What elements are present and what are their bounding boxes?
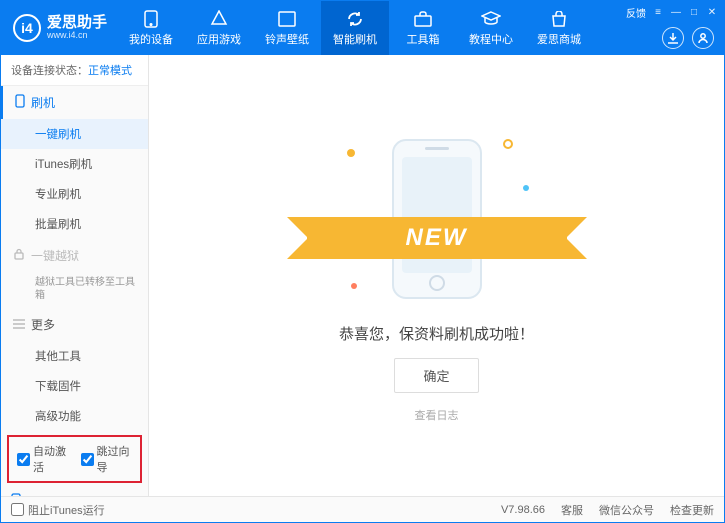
section-head-jailbreak[interactable]: 一键越狱 xyxy=(1,239,148,272)
feedback-link[interactable]: 反馈 xyxy=(626,5,646,20)
brand: i4 爱思助手 www.i4.cn xyxy=(1,14,117,42)
checkbox-label: 阻止iTunes运行 xyxy=(28,502,105,518)
nav-label: 教程中心 xyxy=(469,31,513,47)
nav-flash[interactable]: 智能刷机 xyxy=(321,1,389,55)
nav-toolbox[interactable]: 工具箱 xyxy=(389,1,457,55)
new-ribbon: NEW xyxy=(307,217,567,259)
brand-subtitle: www.i4.cn xyxy=(47,31,107,41)
checkbox-label: 自动激活 xyxy=(33,443,69,475)
checkbox-block-itunes[interactable]: 阻止iTunes运行 xyxy=(11,502,105,518)
body: 设备连接状态：正常模式 刷机 一键刷机 iTunes刷机 专业刷机 批量刷机 一… xyxy=(1,55,724,496)
sidebar-item-itunes-flash[interactable]: iTunes刷机 xyxy=(1,149,148,179)
checkbox-row: 自动激活 跳过向导 xyxy=(7,435,142,483)
header: i4 爱思助手 www.i4.cn 我的设备 应用游戏 铃声壁纸 智能刷机 xyxy=(1,1,724,55)
brand-logo: i4 xyxy=(13,14,41,42)
store-icon xyxy=(549,10,569,28)
wallpaper-icon xyxy=(277,10,297,28)
nav-label: 爱思商城 xyxy=(537,31,581,47)
section-head-flash[interactable]: 刷机 xyxy=(1,86,148,119)
refresh-icon xyxy=(345,10,365,28)
nav-ringtone[interactable]: 铃声壁纸 xyxy=(253,1,321,55)
section-title: 更多 xyxy=(31,316,55,333)
header-right-buttons xyxy=(662,27,714,49)
sidebar-item-advanced[interactable]: 高级功能 xyxy=(1,401,148,431)
success-illustration: NEW xyxy=(337,129,537,309)
app-window: i4 爱思助手 www.i4.cn 我的设备 应用游戏 铃声壁纸 智能刷机 xyxy=(0,0,725,523)
main-content: NEW 恭喜您，保资料刷机成功啦！ 确定 查看日志 xyxy=(149,55,724,496)
nav-my-device[interactable]: 我的设备 xyxy=(117,1,185,55)
sidebar: 设备连接状态：正常模式 刷机 一键刷机 iTunes刷机 专业刷机 批量刷机 一… xyxy=(1,55,149,496)
user-button[interactable] xyxy=(692,27,714,49)
section-head-more[interactable]: 更多 xyxy=(1,308,148,341)
toolbox-icon xyxy=(413,10,433,28)
sidebar-item-other-tools[interactable]: 其他工具 xyxy=(1,341,148,371)
menu-icon[interactable]: ≡ xyxy=(652,7,664,19)
nav-label: 智能刷机 xyxy=(333,31,377,47)
phone-icon xyxy=(15,94,25,111)
section-flash: 刷机 一键刷机 iTunes刷机 专业刷机 批量刷机 xyxy=(1,86,148,239)
footer: 阻止iTunes运行 V7.98.66 客服 微信公众号 检查更新 xyxy=(1,496,724,522)
nav-label: 铃声壁纸 xyxy=(265,31,309,47)
service-link[interactable]: 客服 xyxy=(561,502,583,518)
section-jailbreak: 一键越狱 越狱工具已转移至工具箱 xyxy=(1,239,148,308)
ok-button[interactable]: 确定 xyxy=(394,358,478,393)
section-title: 刷机 xyxy=(31,94,55,111)
sidebar-item-oneclick-flash[interactable]: 一键刷机 xyxy=(1,119,148,149)
close-icon[interactable]: ✕ xyxy=(706,7,718,19)
window-controls: 反馈 ≡ — □ ✕ xyxy=(626,5,718,20)
nav-label: 我的设备 xyxy=(129,31,173,47)
wechat-link[interactable]: 微信公众号 xyxy=(599,502,654,518)
jailbreak-note: 越狱工具已转移至工具箱 xyxy=(35,276,138,302)
success-message: 恭喜您，保资料刷机成功啦！ xyxy=(339,323,534,344)
phone-icon xyxy=(141,10,161,28)
sidebar-item-batch-flash[interactable]: 批量刷机 xyxy=(1,209,148,239)
list-icon xyxy=(13,318,25,332)
nav-store[interactable]: 爱思商城 xyxy=(525,1,593,55)
nav-label: 工具箱 xyxy=(407,31,440,47)
lock-icon xyxy=(13,248,25,263)
checkbox-auto-activate[interactable]: 自动激活 xyxy=(17,443,69,475)
minimize-icon[interactable]: — xyxy=(670,7,682,19)
version-label: V7.98.66 xyxy=(501,504,545,516)
connection-status: 设备连接状态：正常模式 xyxy=(1,55,148,86)
maximize-icon[interactable]: □ xyxy=(688,7,700,19)
sidebar-item-pro-flash[interactable]: 专业刷机 xyxy=(1,179,148,209)
sidebar-item-download-firmware[interactable]: 下载固件 xyxy=(1,371,148,401)
download-button[interactable] xyxy=(662,27,684,49)
view-log-link[interactable]: 查看日志 xyxy=(415,407,459,423)
device-info[interactable]: iPhone 12 mini 64GB Down-12mini-13,1 xyxy=(1,487,148,496)
section-title: 一键越狱 xyxy=(31,247,79,264)
status-label: 设备连接状态： xyxy=(11,65,88,77)
nav-tutorial[interactable]: 教程中心 xyxy=(457,1,525,55)
checkbox-label: 跳过向导 xyxy=(97,443,133,475)
status-value: 正常模式 xyxy=(88,65,132,77)
graduation-icon xyxy=(481,10,501,28)
top-nav: 我的设备 应用游戏 铃声壁纸 智能刷机 工具箱 教程中心 xyxy=(117,1,593,55)
apps-icon xyxy=(209,10,229,28)
section-more: 更多 其他工具 下载固件 高级功能 xyxy=(1,308,148,431)
update-link[interactable]: 检查更新 xyxy=(670,502,714,518)
nav-apps[interactable]: 应用游戏 xyxy=(185,1,253,55)
brand-title: 爱思助手 xyxy=(47,15,107,32)
nav-label: 应用游戏 xyxy=(197,31,241,47)
checkbox-skip-guide[interactable]: 跳过向导 xyxy=(81,443,133,475)
